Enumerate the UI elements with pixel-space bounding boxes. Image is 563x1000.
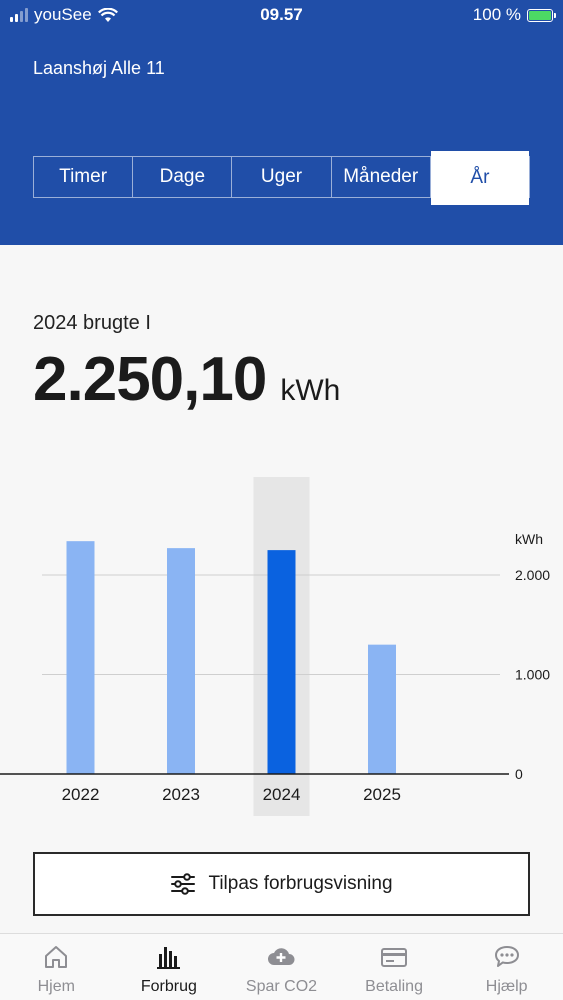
header: youSee 09.57 100 % Laanshøj Alle 11 Time…: [0, 0, 563, 245]
tabbar-item-betaling[interactable]: Betaling: [338, 934, 451, 1000]
y-axis-unit: kWh: [515, 531, 543, 547]
y-tick-label: 1.000: [515, 667, 550, 683]
consumption-unit: kWh: [280, 374, 341, 407]
tabbar-item-hjem[interactable]: Hjem: [0, 934, 113, 1000]
battery-icon: [527, 8, 556, 22]
x-tick-label: 2025: [363, 785, 401, 804]
credit-card-icon: [381, 948, 408, 967]
bar-2025[interactable]: [368, 644, 396, 774]
tab-dage[interactable]: Dage: [133, 157, 233, 197]
y-tick-label: 2.000: [515, 567, 550, 583]
customize-view-button[interactable]: Tilpas forbrugsvisning: [33, 852, 530, 916]
tabbar-label: Hjælp: [485, 978, 528, 995]
bar-2022[interactable]: [66, 541, 95, 774]
bar-2024[interactable]: [267, 550, 296, 774]
tab-maaneder[interactable]: Måneder: [332, 157, 431, 197]
tab-aar[interactable]: År: [430, 151, 530, 205]
summary-label: 2024 brugte I: [33, 312, 151, 334]
chat-icon: [494, 946, 519, 967]
tabbar-label: Spar CO2: [245, 978, 318, 995]
x-tick-label: 2023: [162, 785, 200, 804]
tabbar-item-hjaelp[interactable]: Hjælp: [450, 934, 563, 1000]
tabbar-label: Hjem: [37, 978, 75, 995]
x-tick-label: 2022: [62, 785, 100, 804]
summary-value: 2.250,10 kWh: [33, 344, 340, 415]
bar-chart-icon: [156, 947, 180, 969]
customize-view-label: Tilpas forbrugsvisning: [208, 873, 393, 894]
tabbar-label: Betaling: [365, 978, 423, 995]
period-tabs: Timer Dage Uger Måneder År: [33, 151, 530, 205]
sliders-icon: [171, 873, 196, 895]
tab-uger[interactable]: Uger: [232, 157, 332, 197]
tabbar-label: Forbrug: [140, 978, 197, 995]
bar-2023[interactable]: [167, 548, 195, 774]
tabbar-item-forbrug[interactable]: Forbrug: [113, 934, 226, 1000]
home-icon: [45, 946, 68, 968]
status-bar: youSee 09.57 100 %: [0, 0, 563, 30]
chart-svg: kWh 0 1.000 2.000 2022 2023 2024 2025: [0, 477, 550, 816]
cloud-plus-icon: [268, 948, 295, 965]
y-tick-label: 0: [515, 766, 523, 782]
battery-percent: 100 %: [472, 5, 521, 24]
consumption-chart: kWh 0 1.000 2.000 2022 2023 2024 2025: [0, 470, 563, 820]
tabbar-item-spar-co2[interactable]: Spar CO2: [225, 934, 338, 1000]
x-tick-label: 2024: [263, 785, 301, 804]
consumption-value: 2.250,10: [33, 345, 267, 414]
tab-timer[interactable]: Timer: [34, 157, 134, 197]
address-title: Laanshøj Alle 11: [33, 58, 165, 78]
bottom-tab-bar: Hjem Forbrug Spar CO2 Betaling Hjælp: [0, 933, 563, 1000]
